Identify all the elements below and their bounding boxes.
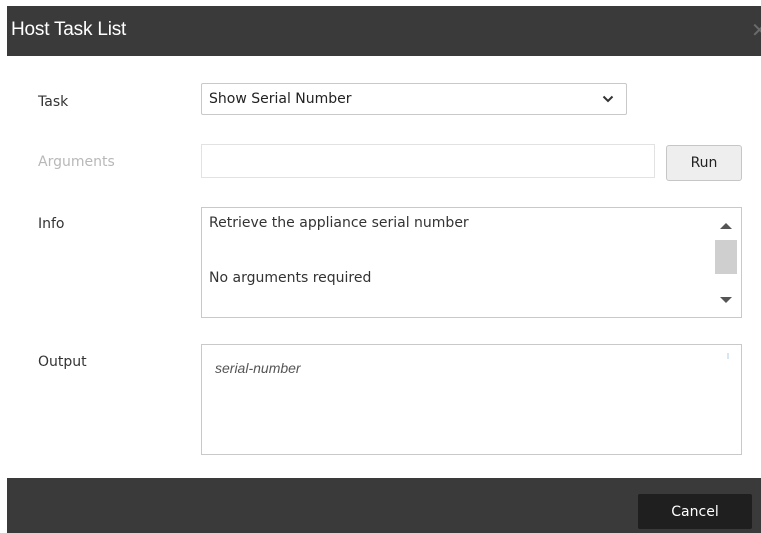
scroll-up-icon[interactable] (720, 223, 732, 229)
chevron-down-icon (602, 95, 614, 103)
info-textarea[interactable]: Retrieve the appliance serial number No … (201, 207, 742, 318)
arguments-label: Arguments (38, 154, 115, 170)
task-label: Task (38, 94, 69, 110)
dialog-title: Host Task List (11, 19, 127, 40)
output-textarea[interactable]: serial-number (201, 344, 742, 455)
scrollbar-thumb[interactable] (715, 240, 737, 274)
run-button[interactable]: Run (666, 145, 742, 181)
task-select[interactable]: Show Serial Number (201, 83, 627, 115)
info-line-arguments: No arguments required (209, 270, 372, 286)
output-label: Output (38, 354, 87, 370)
output-resize-mark (727, 353, 729, 359)
info-label: Info (38, 216, 65, 232)
cancel-button[interactable]: Cancel (638, 494, 752, 529)
task-select-value: Show Serial Number (209, 91, 352, 107)
dialog-footer: Cancel (7, 478, 761, 533)
close-icon[interactable]: ✕ (751, 18, 761, 42)
output-text: serial-number (215, 360, 301, 376)
host-task-list-dialog: Host Task List ✕ Task Show Serial Number… (7, 6, 761, 533)
dialog-titlebar: Host Task List ✕ (7, 6, 761, 56)
scroll-down-icon[interactable] (720, 297, 732, 303)
info-line-description: Retrieve the appliance serial number (209, 215, 469, 231)
arguments-input[interactable] (201, 144, 655, 178)
info-scrollbar[interactable] (711, 208, 741, 317)
